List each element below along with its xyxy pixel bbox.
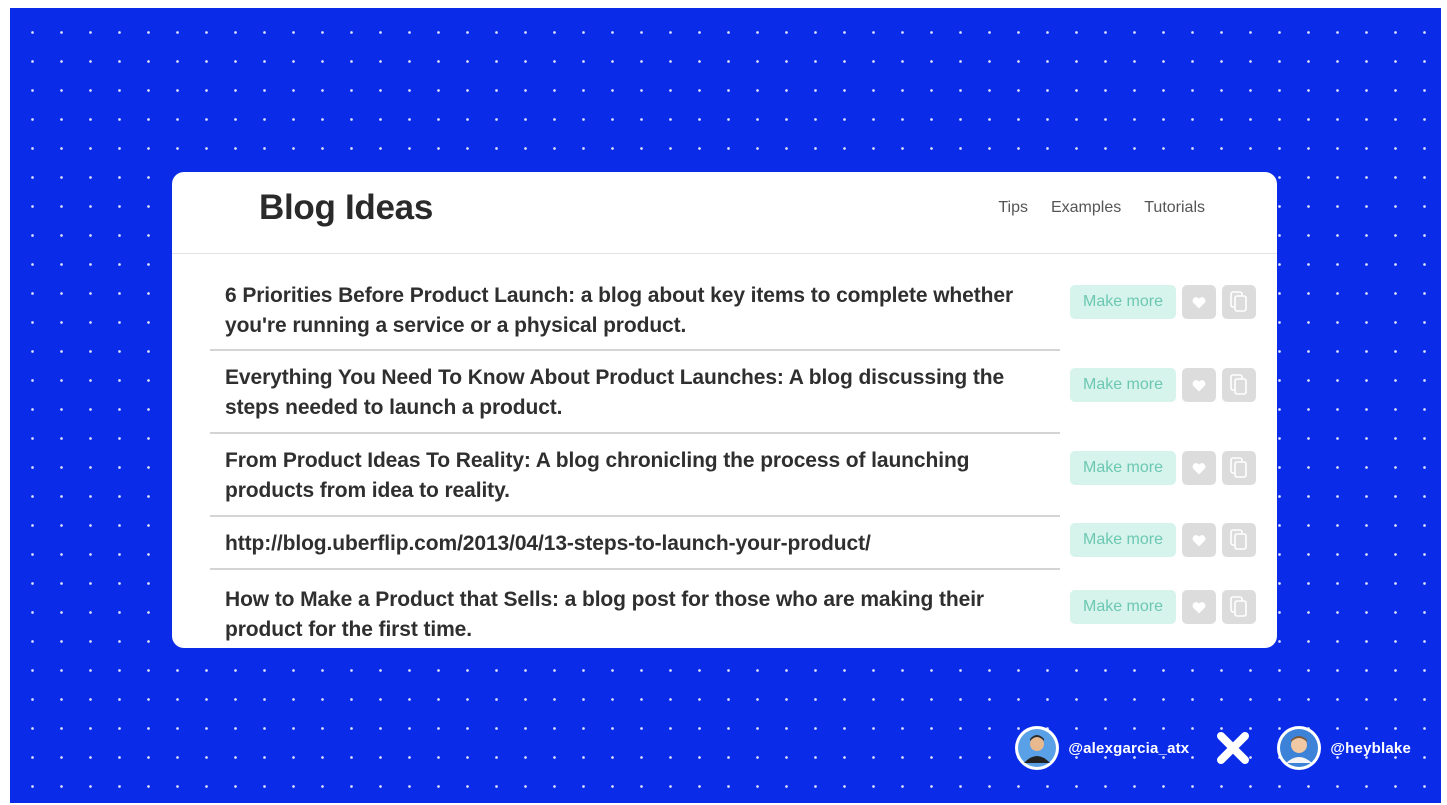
top-nav: Tips Examples Tutorials: [998, 199, 1205, 217]
heart-icon: [1192, 534, 1206, 546]
nav-tutorials[interactable]: Tutorials: [1144, 199, 1205, 217]
row-actions: Make more: [1070, 285, 1256, 319]
handle-alexgarcia: @alexgarcia_atx: [1068, 739, 1190, 757]
copy-icon: [1230, 457, 1247, 478]
page-title: Blog Ideas: [259, 188, 433, 227]
heart-icon: [1192, 462, 1206, 474]
heart-icon: [1192, 296, 1206, 308]
favorite-button[interactable]: [1182, 451, 1216, 485]
copy-icon: [1230, 596, 1247, 617]
copy-button[interactable]: [1222, 368, 1256, 402]
list-item: 6 Priorities Before Product Launch: a bl…: [210, 268, 1262, 351]
make-more-button[interactable]: Make more: [1070, 285, 1176, 319]
idea-text: 6 Priorities Before Product Launch: a bl…: [225, 284, 1014, 337]
favorite-button[interactable]: [1182, 285, 1216, 319]
avatar: [1015, 726, 1060, 770]
copy-button[interactable]: [1222, 523, 1256, 557]
handle-heyblake: @heyblake: [1330, 739, 1411, 757]
idea-text: How to Make a Product that Sells: a blog…: [225, 588, 985, 641]
blog-ideas-card: Blog Ideas Tips Examples Tutorials 6 Pri…: [172, 172, 1277, 648]
copy-button[interactable]: [1222, 285, 1256, 319]
favorite-button[interactable]: [1182, 368, 1216, 402]
copy-icon: [1230, 529, 1247, 550]
make-more-button[interactable]: Make more: [1070, 523, 1176, 557]
background-canvas: Blog Ideas Tips Examples Tutorials 6 Pri…: [10, 8, 1441, 803]
favorite-button[interactable]: [1182, 523, 1216, 557]
list-item: How to Make a Product that Sells: a blog…: [210, 570, 1262, 648]
close-x-icon: [1217, 732, 1250, 764]
avatar: [1277, 726, 1322, 770]
idea-text: From Product Ideas To Reality: A blog ch…: [225, 449, 970, 502]
list-item: Everything You Need To Know About Produc…: [210, 351, 1262, 434]
make-more-button[interactable]: Make more: [1070, 368, 1176, 402]
heart-icon: [1192, 379, 1206, 391]
row-actions: Make more: [1070, 368, 1256, 402]
ideas-list: 6 Priorities Before Product Launch: a bl…: [210, 268, 1262, 648]
card-header: Blog Ideas Tips Examples Tutorials: [172, 172, 1277, 254]
make-more-button[interactable]: Make more: [1070, 451, 1176, 485]
row-actions: Make more: [1070, 590, 1256, 624]
copy-icon: [1230, 374, 1247, 395]
copy-button[interactable]: [1222, 451, 1256, 485]
copy-button[interactable]: [1222, 590, 1256, 624]
nav-examples[interactable]: Examples: [1051, 199, 1121, 217]
credits-footer: @alexgarcia_atx @heyblake: [1015, 726, 1411, 770]
idea-text: http://blog.uberflip.com/2013/04/13-step…: [225, 532, 871, 555]
make-more-button[interactable]: Make more: [1070, 590, 1176, 624]
heart-icon: [1192, 601, 1206, 613]
favorite-button[interactable]: [1182, 590, 1216, 624]
idea-text: Everything You Need To Know About Produc…: [225, 366, 1005, 419]
list-item: http://blog.uberflip.com/2013/04/13-step…: [210, 517, 1262, 570]
person-avatar-icon: [1280, 729, 1319, 767]
person-avatar-icon: [1018, 729, 1057, 767]
list-item: From Product Ideas To Reality: A blog ch…: [210, 434, 1262, 517]
row-actions: Make more: [1070, 523, 1256, 557]
copy-icon: [1230, 291, 1247, 312]
nav-tips[interactable]: Tips: [998, 199, 1028, 217]
row-actions: Make more: [1070, 451, 1256, 485]
